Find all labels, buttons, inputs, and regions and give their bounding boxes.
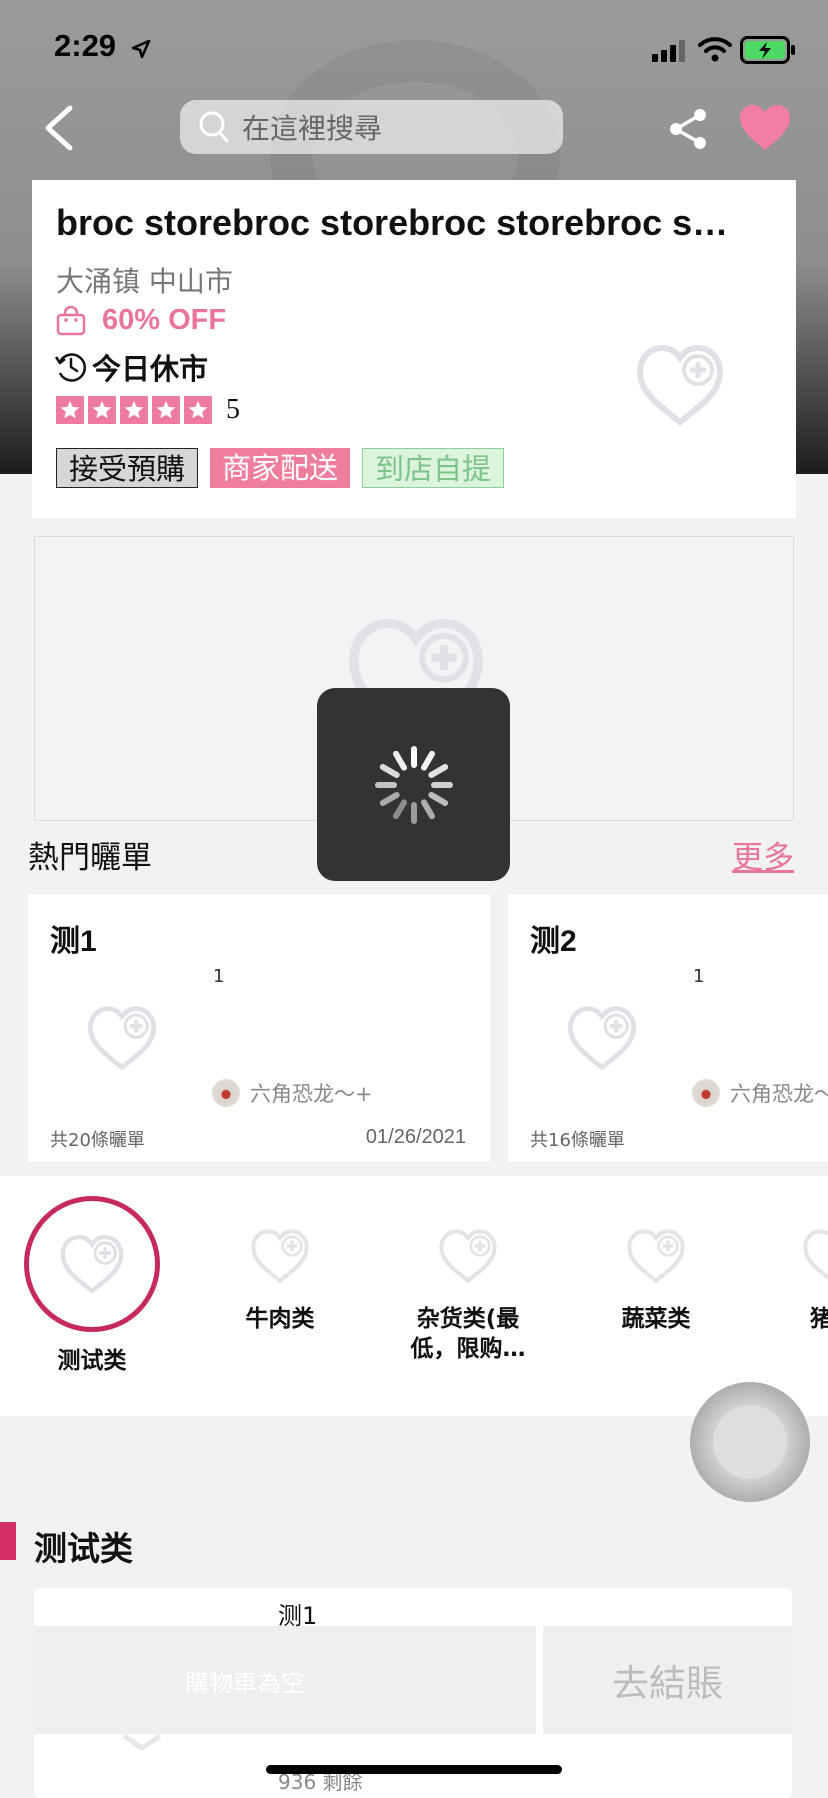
checkout-label: 去結賬 [612, 1662, 723, 1705]
post-title: 测1 [50, 925, 97, 958]
post-author: 六角恐龙～+ [692, 1078, 828, 1108]
post-count: 共20條曬單 [50, 1130, 145, 1151]
rating-value: 5 [226, 394, 240, 425]
store-rating: 5 [56, 394, 240, 426]
store-info-card[interactable]: broc storebroc storebroc storebroc store… [32, 180, 796, 518]
category-item-groceries[interactable]: 杂货类(最低，限购… [398, 1226, 538, 1364]
placeholder-heart-icon [627, 1229, 685, 1284]
star-icon [56, 396, 84, 424]
store-name: broc storebroc storebroc storebroc store… [56, 202, 736, 243]
star-icon [152, 396, 180, 424]
share-icon[interactable] [668, 108, 708, 150]
category-label: 牛肉类 [245, 1306, 315, 1332]
floating-button[interactable] [690, 1382, 810, 1502]
business-status-label: 今日休市 [92, 352, 209, 386]
placeholder-heart-icon [803, 1229, 828, 1281]
section-accent-bar [0, 1522, 16, 1560]
discount-label: 60% OFF [102, 304, 227, 336]
hot-posts-title: 熱門曬單 [28, 840, 152, 876]
location-arrow-icon [131, 39, 151, 59]
cart-button[interactable]: 購物車為空 [34, 1626, 536, 1734]
home-indicator [266, 1765, 562, 1774]
category-strip: 测试类 牛肉类 杂货类(最低，限购… 蔬菜类 猪 [0, 1176, 828, 1416]
placeholder-heart-icon [251, 1229, 309, 1284]
clock-history-icon [54, 353, 87, 382]
star-icon [120, 396, 148, 424]
placeholder-heart-icon [60, 1234, 124, 1294]
post-number: 1 [693, 966, 705, 987]
favorite-heart-icon[interactable] [738, 104, 792, 152]
placeholder-heart-icon [87, 1006, 157, 1071]
category-item-testing[interactable]: 测试类 [24, 1196, 160, 1376]
delivery-tag: 商家配送 [210, 448, 351, 488]
placeholder-heart-icon [567, 1006, 637, 1071]
discount-row: 60% OFF [56, 304, 226, 337]
battery-icon [740, 36, 795, 64]
category-item-beef[interactable]: 牛肉类 [210, 1226, 350, 1334]
star-icon [88, 396, 116, 424]
category-label: 猪 [810, 1306, 828, 1332]
section-title: 测试类 [34, 1529, 133, 1568]
author-name: 六角恐龙～+ [730, 1082, 828, 1106]
category-label: 蔬菜类 [621, 1306, 691, 1332]
business-status: 今日休市 [54, 346, 208, 388]
loading-indicator [317, 688, 510, 881]
placeholder-heart-icon [636, 344, 724, 426]
wifi-icon [698, 37, 732, 62]
chevron-down-icon [122, 1733, 162, 1751]
shopping-bag-icon [56, 305, 86, 335]
more-link[interactable]: 更多 [732, 832, 794, 877]
service-tags: 接受預購 商家配送 到店自提 [56, 448, 505, 488]
back-arrow-icon[interactable] [42, 104, 76, 152]
search-placeholder: 在這裡搜尋 [242, 112, 383, 145]
preorder-tag: 接受預購 [56, 448, 199, 488]
status-time: 2:29 [54, 28, 117, 63]
cart-empty-label: 購物車為空 [185, 1668, 305, 1697]
category-item-pork[interactable]: 猪 [800, 1226, 828, 1334]
category-label: 测试类 [57, 1348, 127, 1374]
post-count: 共16條曬單 [530, 1130, 625, 1151]
category-selected-ring [24, 1196, 160, 1332]
post-title: 测2 [530, 925, 577, 958]
post-date: 01/26/2021 [365, 1126, 466, 1148]
star-icon [184, 396, 212, 424]
avatar [692, 1079, 720, 1107]
search-icon [199, 111, 229, 143]
spinner-icon [374, 745, 453, 824]
category-item-vegetables[interactable]: 蔬菜类 [586, 1226, 726, 1334]
category-label: 杂货类(最低，限购… [410, 1306, 526, 1362]
post-number: 1 [213, 966, 225, 987]
post-author: 六角恐龙～+ [212, 1078, 373, 1108]
store-location: 大涌镇 中山市 [56, 265, 233, 298]
search-input[interactable]: 在這裡搜尋 [180, 100, 563, 154]
author-name: 六角恐龙～+ [250, 1082, 373, 1106]
avatar [212, 1079, 240, 1107]
checkout-button[interactable]: 去結賬 [543, 1626, 792, 1734]
signal-icon [652, 40, 685, 62]
pickup-tag: 到店自提 [362, 448, 505, 488]
placeholder-heart-icon [439, 1229, 497, 1284]
post-card[interactable]: 测2 1 六角恐龙～+ 共16條曬單 [508, 894, 828, 1162]
post-card[interactable]: 测1 1 六角恐龙～+ 共20條曬單 01/26/2021 [28, 894, 490, 1162]
